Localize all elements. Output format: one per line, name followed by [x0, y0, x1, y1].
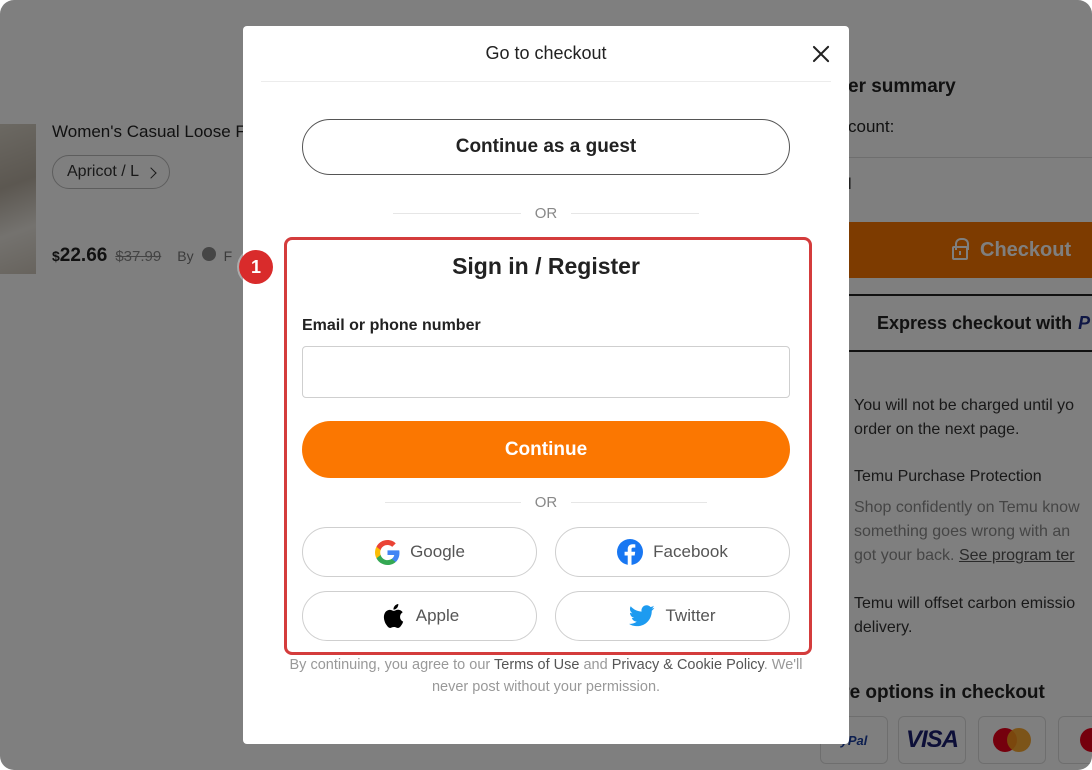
terms-of-use-link[interactable]: Terms of Use — [494, 657, 579, 673]
modal-header: Go to checkout — [261, 26, 831, 82]
twitter-signin-button[interactable]: Twitter — [555, 591, 790, 641]
step-number-badge: 1 — [239, 250, 273, 284]
continue-button[interactable]: Continue — [302, 421, 790, 478]
or-divider-social: OR — [385, 494, 707, 511]
facebook-icon — [617, 539, 644, 565]
terms-notice: By continuing, you agree to our Terms of… — [289, 657, 803, 695]
checkout-modal: Go to checkout Continue as a guest OR Si… — [243, 26, 849, 744]
or-divider: OR — [393, 205, 699, 222]
twitter-label: Twitter — [665, 606, 716, 625]
google-icon — [374, 539, 400, 565]
signin-register-title: Sign in / Register — [452, 253, 640, 279]
google-label: Google — [410, 542, 465, 561]
apple-icon — [380, 603, 406, 629]
modal-title: Go to checkout — [485, 43, 607, 63]
continue-as-guest-button[interactable]: Continue as a guest — [302, 119, 790, 175]
close-icon[interactable] — [809, 42, 833, 66]
apple-label: Apple — [415, 606, 460, 625]
apple-signin-button[interactable]: Apple — [302, 591, 537, 641]
google-signin-button[interactable]: Google — [302, 527, 537, 577]
twitter-icon — [629, 603, 656, 629]
email-field-label: Email or phone number — [302, 317, 481, 334]
facebook-signin-button[interactable]: Facebook — [555, 527, 790, 577]
facebook-label: Facebook — [653, 542, 728, 561]
email-phone-input[interactable] — [302, 346, 790, 398]
privacy-cookie-policy-link[interactable]: Privacy & Cookie Policy — [612, 657, 764, 673]
